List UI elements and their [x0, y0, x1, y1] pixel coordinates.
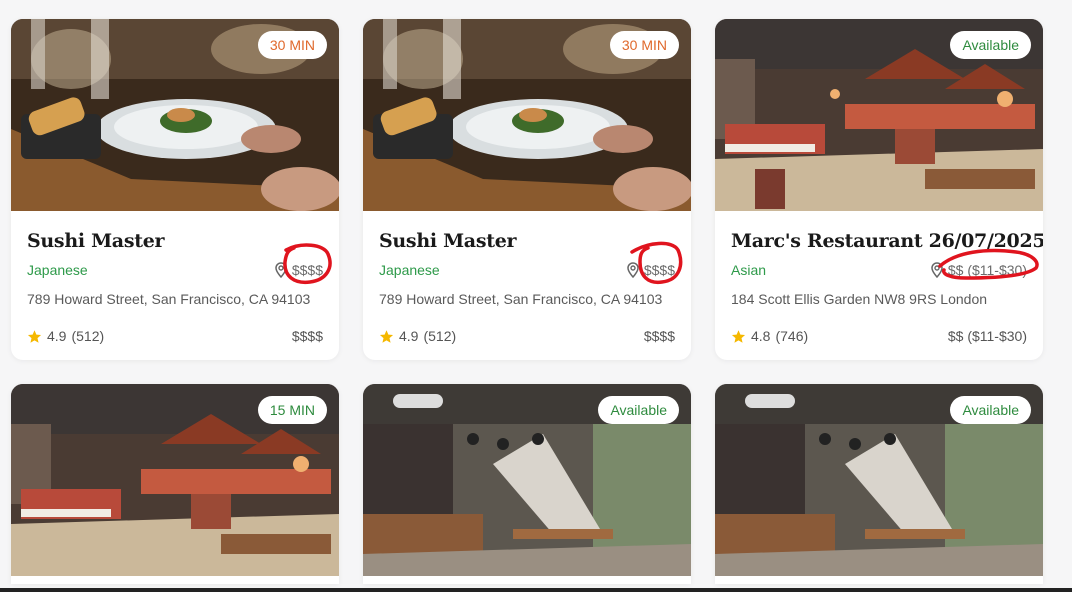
rating-value: 4.9 [47, 328, 67, 344]
map-pin-icon [931, 262, 943, 278]
map-pin-icon [275, 262, 287, 278]
delivery-time-badge: 15 MIN [257, 396, 327, 424]
price-tag: $$$$ [643, 262, 675, 278]
restaurant-address: 789 Howard Street, San Francisco, CA 941… [379, 291, 663, 307]
restaurant-name[interactable]: Sushi Master [379, 230, 675, 252]
star-icon [731, 329, 746, 343]
restaurant-photo: Available [363, 384, 691, 576]
restaurant-address: 789 Howard Street, San Francisco, CA 941… [27, 291, 311, 307]
restaurant-card[interactable]: Available Marc's Restaurant 26/07/2025 A… [715, 19, 1043, 360]
price-range: $$$$ [643, 328, 675, 344]
rating: 4.9 (512) [379, 328, 456, 344]
restaurant-photo: Available [715, 384, 1043, 576]
restaurant-photo: 30 MIN [363, 19, 691, 211]
restaurant-card[interactable]: 30 MIN Sushi Master Japanese $$$$ 789 Ho… [363, 19, 691, 360]
restaurant-address: 184 Scott Ellis Garden NW8 9RS London [731, 291, 988, 307]
location-price: $$$$ [626, 262, 675, 278]
location-price: $$$$ [274, 262, 323, 278]
price-tag: $$$$ [291, 262, 323, 278]
availability-badge: Available [598, 396, 679, 424]
delivery-time-badge: 30 MIN [257, 31, 327, 59]
price-tag: $$ ($11-$30) [947, 262, 1027, 278]
cuisine-label: Japanese [27, 262, 88, 278]
star-icon [27, 329, 42, 343]
cuisine-label: Japanese [379, 262, 440, 278]
restaurant-name[interactable]: Marc's Restaurant 26/07/2025 [731, 230, 1043, 252]
review-count: (746) [775, 328, 809, 344]
availability-badge: Available [950, 396, 1031, 424]
restaurant-photo: 30 MIN [11, 19, 339, 211]
rating-value: 4.8 [751, 328, 771, 344]
restaurant-card[interactable]: Available [715, 384, 1043, 584]
cuisine-label: Asian [731, 262, 767, 278]
review-count: (512) [423, 328, 457, 344]
price-range: $$$$ [291, 328, 323, 344]
restaurant-card[interactable]: 30 MIN Sushi Master Japanese $$$$ 789 Ho… [11, 19, 339, 360]
star-icon [379, 329, 394, 343]
delivery-time-badge: 30 MIN [609, 31, 679, 59]
bottom-bar [0, 588, 1072, 592]
review-count: (512) [71, 328, 105, 344]
price-range: $$ ($11-$30) [947, 328, 1027, 344]
restaurant-card[interactable]: 15 MIN [11, 384, 339, 584]
restaurant-photo: Available [715, 19, 1043, 211]
rating: 4.9 (512) [27, 328, 104, 344]
map-pin-icon [627, 262, 639, 278]
restaurant-photo: 15 MIN [11, 384, 339, 576]
rating-value: 4.9 [399, 328, 419, 344]
availability-badge: Available [950, 31, 1031, 59]
restaurant-name[interactable]: Sushi Master [27, 230, 323, 252]
restaurant-card[interactable]: Available [363, 384, 691, 584]
location-price: $$ ($11-$30) [930, 262, 1027, 278]
rating: 4.8 (746) [731, 328, 808, 344]
